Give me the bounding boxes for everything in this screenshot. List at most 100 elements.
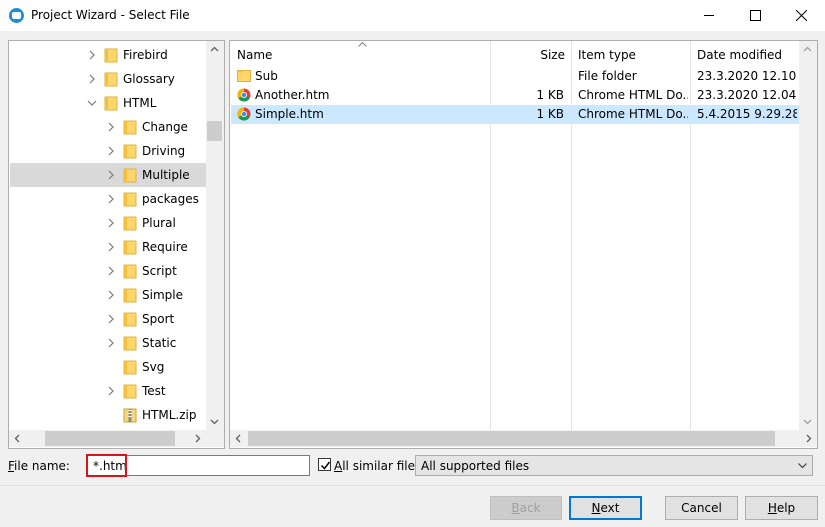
all-similar-checkbox[interactable] [318, 458, 331, 471]
chevron-right-icon[interactable] [106, 218, 116, 228]
chrome-icon [237, 107, 251, 121]
file-type-dropdown[interactable]: All supported files [415, 455, 813, 476]
zip-folder-icon [123, 408, 137, 423]
scroll-up-button[interactable] [206, 41, 223, 58]
file-size-cell: 1 KB [536, 88, 564, 102]
tree-item-html[interactable]: HTML [10, 91, 206, 115]
tree-item-label: Multiple [142, 168, 190, 182]
chrome-icon [237, 88, 251, 102]
tree-item-require[interactable]: Require [10, 235, 206, 259]
column-header-modified[interactable]: Date modified [691, 41, 799, 67]
window-title: Project Wizard - Select File [31, 8, 190, 22]
chevron-right-icon [806, 434, 812, 443]
tree-item-glossary[interactable]: Glossary [10, 67, 206, 91]
tree-item-svg[interactable]: Svg [10, 355, 206, 379]
tree-item-label: HTML [123, 96, 157, 110]
chevron-right-icon[interactable] [106, 386, 116, 396]
chevron-right-icon[interactable] [87, 50, 97, 60]
chevron-right-icon[interactable] [106, 170, 116, 180]
tree-item-packages[interactable]: packages [10, 187, 206, 211]
column-header-type[interactable]: Item type [572, 41, 690, 67]
tree-item-label: Require [142, 240, 188, 254]
help-button[interactable]: Help [745, 496, 818, 520]
folder-icon [123, 264, 137, 279]
column-header-name[interactable]: Name [230, 41, 490, 67]
tree-item-multiple[interactable]: Multiple [10, 163, 206, 187]
chevron-down-icon [210, 419, 219, 425]
chevron-right-icon[interactable] [106, 314, 116, 324]
tree-horizontal-scrollbar[interactable] [9, 430, 224, 447]
tree-vertical-scrollbar[interactable] [206, 41, 224, 430]
scroll-right-button[interactable] [800, 430, 817, 447]
folder-icon [104, 96, 118, 111]
tree-item-label: Sport [142, 312, 175, 326]
chevron-down-icon [803, 419, 812, 425]
folder-icon [123, 288, 137, 303]
scroll-down-button[interactable] [799, 413, 816, 430]
file-name-cell: Another.htm [255, 88, 330, 102]
chevron-down-icon[interactable] [87, 98, 97, 108]
cancel-button[interactable]: Cancel [665, 496, 738, 520]
chevron-right-icon[interactable] [87, 74, 97, 84]
folder-icon [123, 240, 137, 255]
scroll-thumb[interactable] [45, 431, 175, 446]
folder-tree[interactable]: Firebird Glossary HTML Change Driving Multipl… [8, 40, 225, 449]
tree-item-label: Plural [142, 216, 176, 230]
file-modified-cell: 5.4.2015 9.29.28 [697, 107, 797, 121]
column-header-size[interactable]: Size [491, 41, 571, 67]
sort-ascending-icon [358, 42, 367, 47]
chevron-right-icon[interactable] [106, 146, 116, 156]
folder-icon [123, 168, 137, 183]
maximize-button[interactable] [733, 0, 779, 31]
scroll-down-button[interactable] [206, 413, 223, 430]
scroll-right-button[interactable] [189, 430, 206, 447]
folder-icon [123, 384, 137, 399]
chevron-up-icon [803, 46, 812, 52]
tree-item-change[interactable]: Change [10, 115, 206, 139]
chevron-right-icon[interactable] [106, 242, 116, 252]
folder-icon [123, 120, 137, 135]
scroll-left-button[interactable] [230, 430, 247, 447]
scroll-left-button[interactable] [9, 430, 26, 447]
chevron-up-icon [210, 46, 219, 52]
tree-item-simple[interactable]: Simple [10, 283, 206, 307]
tree-item-script[interactable]: Script [10, 259, 206, 283]
back-button[interactable]: Back [490, 496, 562, 520]
app-icon [9, 8, 24, 23]
list-vertical-scrollbar[interactable] [799, 41, 817, 430]
all-similar-label[interactable]: All similar files [334, 459, 421, 473]
maximize-icon [750, 10, 761, 21]
next-button[interactable]: Next [569, 496, 642, 520]
scroll-thumb[interactable] [248, 431, 775, 446]
chevron-right-icon[interactable] [106, 290, 116, 300]
scroll-thumb[interactable] [207, 121, 222, 141]
folder-icon [123, 312, 137, 327]
minimize-button[interactable] [687, 0, 733, 31]
folder-icon [123, 216, 137, 231]
close-button[interactable] [779, 0, 825, 31]
tree-item-label: Glossary [123, 72, 175, 86]
file-row[interactable]: Sub File folder 23.3.2020 12.10.13 [231, 67, 799, 86]
chevron-right-icon[interactable] [106, 194, 116, 204]
tree-item-label: Change [142, 120, 188, 134]
file-modified-cell: 23.3.2020 12.10.13 [697, 69, 797, 83]
tree-item-label: Script [142, 264, 177, 278]
file-row[interactable]: Another.htm 1 KB Chrome HTML Do... 23.3.202… [231, 86, 799, 105]
tree-item-static[interactable]: Static [10, 331, 206, 355]
chevron-right-icon[interactable] [106, 122, 116, 132]
file-list[interactable]: Name Size Item type Date modified Sub Fil… [229, 40, 818, 449]
tree-item-html-zip[interactable]: HTML.zip [10, 403, 206, 427]
tree-item-sport[interactable]: Sport [10, 307, 206, 331]
scroll-up-button[interactable] [799, 41, 816, 58]
file-name-highlight [86, 454, 127, 477]
chevron-right-icon [195, 434, 201, 443]
tree-item-plural[interactable]: Plural [10, 211, 206, 235]
tree-item-test[interactable]: Test [10, 379, 206, 403]
chevron-right-icon[interactable] [106, 338, 116, 348]
file-row[interactable]: Simple.htm 1 KB Chrome HTML Do... 5.4.2015 … [231, 105, 799, 124]
checkmark-icon [320, 461, 331, 470]
tree-item-firebird[interactable]: Firebird [10, 43, 206, 67]
tree-item-driving[interactable]: Driving [10, 139, 206, 163]
list-horizontal-scrollbar[interactable] [230, 430, 817, 447]
chevron-right-icon[interactable] [106, 266, 116, 276]
